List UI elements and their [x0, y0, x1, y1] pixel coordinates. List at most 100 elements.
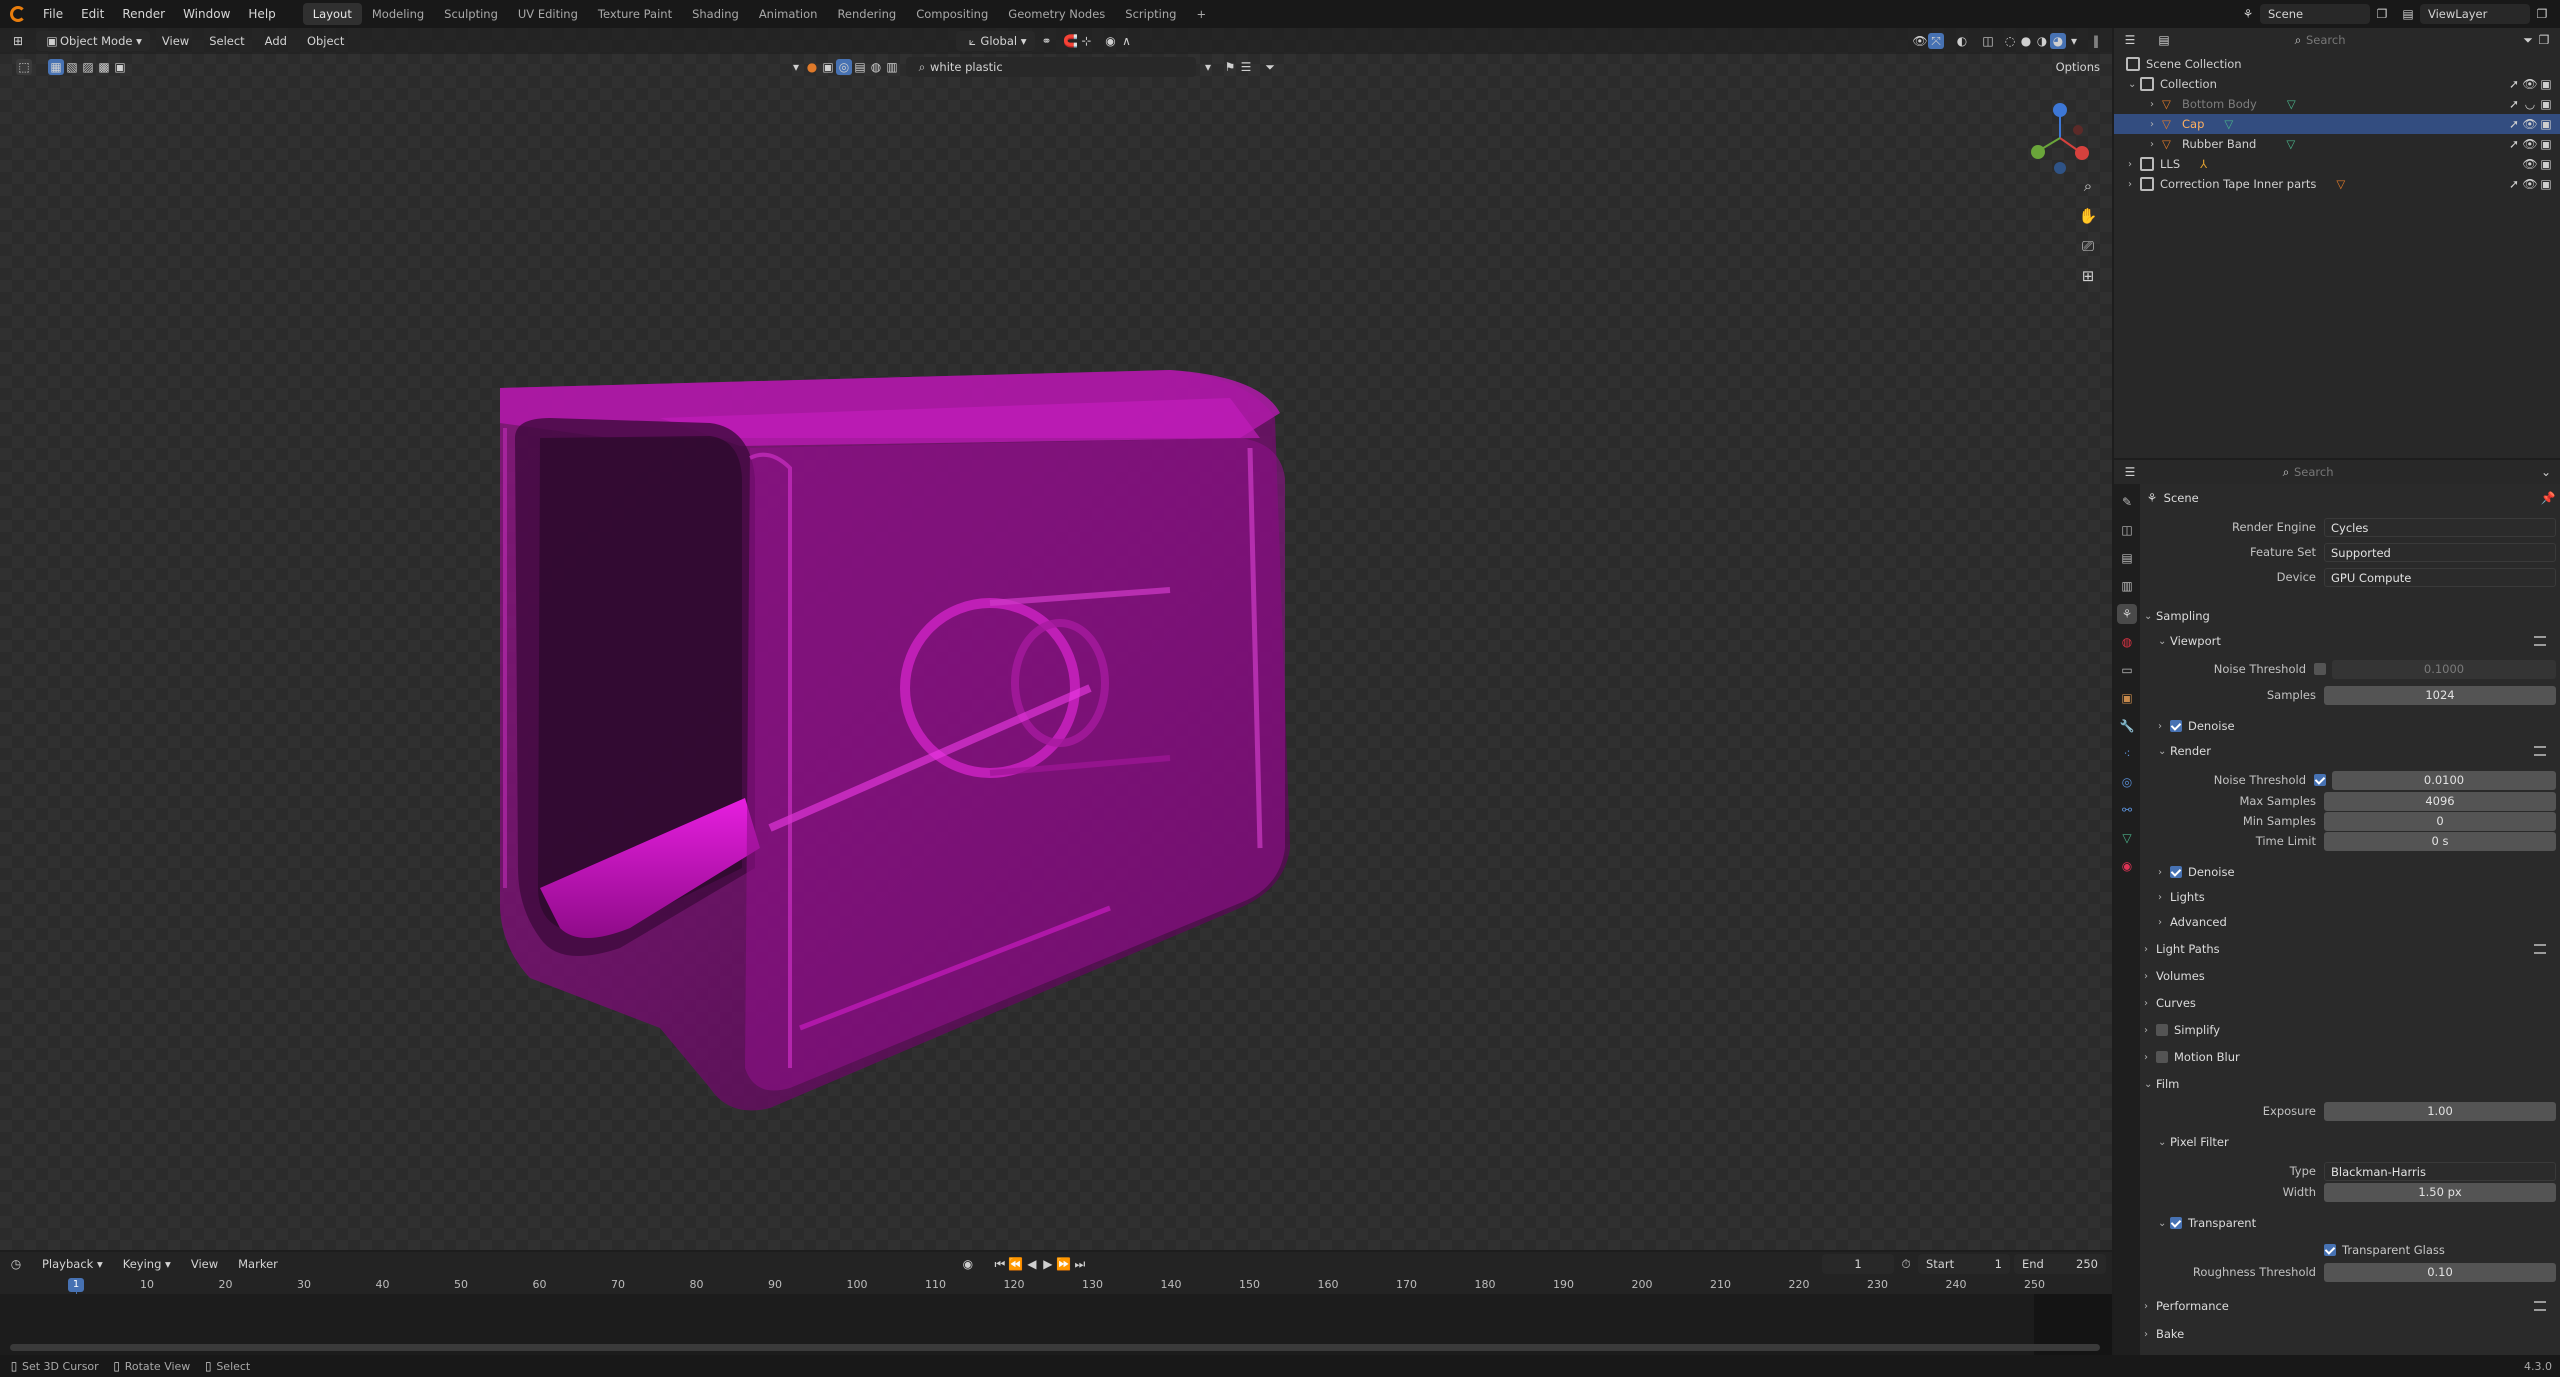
rendered-object-cap[interactable]: [470, 328, 1550, 1148]
select-arrow-icon[interactable]: ➚: [2506, 116, 2522, 132]
eye-icon[interactable]: 👁: [2522, 156, 2538, 172]
filter-light-icon[interactable]: ◎: [836, 59, 852, 75]
proportional-edit-icon[interactable]: ◉: [1103, 33, 1119, 49]
next-keyframe-icon[interactable]: ⏩: [1056, 1256, 1072, 1272]
toggle-sidebar-icon[interactable]: ‖: [2088, 33, 2104, 49]
visibility-icon[interactable]: 👁: [1912, 33, 1928, 49]
presets-icon[interactable]: [2534, 746, 2546, 756]
select-arrow-icon[interactable]: ➚: [2506, 76, 2522, 92]
camera-icon[interactable]: ▣: [2538, 116, 2554, 132]
menu-view[interactable]: View: [183, 1254, 226, 1274]
tab-animation[interactable]: Animation: [749, 3, 828, 25]
rendered-shading-icon[interactable]: ◕: [2050, 33, 2066, 49]
snap-target-icon[interactable]: ⊹: [1079, 33, 1095, 49]
outliner-row-lls[interactable]: › LLS ⅄ 👁 ▣: [2114, 154, 2560, 174]
view-layer-tab-icon[interactable]: ▥: [2117, 576, 2137, 596]
play-icon[interactable]: ▶: [1040, 1256, 1056, 1272]
world-tab-icon[interactable]: ◍: [2117, 632, 2137, 652]
eye-icon[interactable]: 👁: [2522, 76, 2538, 92]
menu-select[interactable]: Select: [201, 31, 252, 51]
new-collection-icon[interactable]: ❐: [2536, 32, 2552, 48]
y-axis-icon[interactable]: [2031, 145, 2045, 159]
roughness-threshold-field[interactable]: 0.10: [2324, 1262, 2556, 1282]
start-frame-field[interactable]: Start 1: [1918, 1254, 2010, 1274]
render-subpanel[interactable]: ⌄ Render: [2158, 739, 2556, 763]
camera-icon[interactable]: ▣: [2538, 136, 2554, 152]
outliner-row-collection[interactable]: ⌄ Collection ➚ 👁 ▣: [2114, 74, 2560, 94]
end-frame-field[interactable]: End 250: [2014, 1254, 2106, 1274]
presets-icon[interactable]: [2534, 944, 2546, 954]
playhead[interactable]: 1: [68, 1278, 84, 1292]
menu-add[interactable]: Add: [257, 31, 295, 51]
snap-icon[interactable]: 🧲: [1063, 33, 1079, 49]
select-tool-icon[interactable]: ⬚: [16, 59, 32, 75]
expand-arrow-icon[interactable]: ›: [2128, 159, 2140, 170]
tab-uv-editing[interactable]: UV Editing: [508, 3, 588, 25]
color-icon[interactable]: ●: [804, 59, 820, 75]
solid-shading-icon[interactable]: ●: [2018, 33, 2034, 49]
clear-search-icon[interactable]: ▾: [1200, 59, 1216, 75]
pixel-filter-subpanel[interactable]: ⌄ Pixel Filter: [2158, 1130, 2556, 1154]
editor-type-icon[interactable]: ⊞: [10, 33, 26, 49]
filter-other-icon[interactable]: ▥: [884, 59, 900, 75]
menu-object[interactable]: Object: [299, 31, 352, 51]
render-tab-icon[interactable]: ◫: [2117, 520, 2137, 540]
menu-file[interactable]: File: [34, 0, 72, 28]
view-layer-toggle-icon[interactable]: ▾: [788, 59, 804, 75]
material-tab-icon[interactable]: ◉: [2117, 856, 2137, 876]
falloff-icon[interactable]: ∧: [1119, 33, 1135, 49]
menu-render[interactable]: Render: [113, 0, 174, 28]
vp-denoise-subpanel[interactable]: › Denoise: [2158, 714, 2556, 738]
data-tab-icon[interactable]: ▽: [2117, 828, 2137, 848]
outliner-row-bottom-body[interactable]: › ▽ Bottom Body ▽ ➚ ◡ ▣: [2114, 94, 2560, 114]
simplify-checkbox[interactable]: [2156, 1024, 2168, 1036]
menu-marker[interactable]: Marker: [230, 1254, 286, 1274]
outliner-row-correction-tape-inner-parts[interactable]: › Correction Tape Inner parts ▽ ➚ 👁 ▣: [2114, 174, 2560, 194]
simplify-panel[interactable]: › Simplify: [2144, 1018, 2556, 1042]
tool-tab-icon[interactable]: ✎: [2117, 492, 2137, 512]
max-samples-field[interactable]: 4096: [2324, 791, 2556, 811]
performance-panel[interactable]: › Performance: [2144, 1294, 2556, 1318]
feature-set-select[interactable]: Supported: [2324, 542, 2556, 562]
dropdown-icon[interactable]: ⌄: [2538, 464, 2554, 480]
tab-layout[interactable]: Layout: [302, 3, 362, 25]
navigation-gizmo[interactable]: [2018, 88, 2102, 178]
tab-scripting[interactable]: Scripting: [1115, 3, 1186, 25]
transparent-checkbox[interactable]: [2170, 1217, 2182, 1229]
presets-icon[interactable]: [2534, 1301, 2546, 1311]
eye-icon[interactable]: 👁: [2522, 136, 2538, 152]
vp-noise-threshold-field[interactable]: 0.1000: [2332, 659, 2556, 679]
select-arrow-icon[interactable]: ➚: [2506, 96, 2522, 112]
frame-ruler[interactable]: 10 20 30 40 50 60 70 80 90 100 110 120 130 140 150 160 1…: [0, 1278, 2112, 1294]
select-intersect-icon[interactable]: ▣: [112, 59, 128, 75]
tab-rendering[interactable]: Rendering: [827, 3, 906, 25]
gizmo-icon[interactable]: ⤧: [1928, 33, 1944, 49]
overlay-icon[interactable]: ◐: [1954, 33, 1970, 49]
film-panel[interactable]: ⌄ Film: [2144, 1072, 2556, 1096]
camera-icon[interactable]: ▣: [2538, 156, 2554, 172]
wireframe-shading-icon[interactable]: ◌: [2002, 33, 2018, 49]
select-arrow-icon[interactable]: ➚: [2506, 136, 2522, 152]
menu-help[interactable]: Help: [239, 0, 284, 28]
tab-modeling[interactable]: Modeling: [362, 3, 434, 25]
scene-icon[interactable]: ⚘: [2240, 6, 2256, 22]
particles-tab-icon[interactable]: ⁖: [2117, 744, 2137, 764]
prev-keyframe-icon[interactable]: ⏪: [1008, 1256, 1024, 1272]
outliner-row-rubber-band[interactable]: › ▽ Rubber Band ▽ ➚ 👁 ▣: [2114, 134, 2560, 154]
transform-orientation[interactable]: ⟀ Global ▾: [956, 31, 1035, 51]
filter-icon[interactable]: ⏷: [1262, 59, 1278, 75]
eye-icon[interactable]: 👁: [2522, 176, 2538, 192]
viewport-subpanel[interactable]: ⌄ Viewport: [2158, 629, 2556, 653]
eye-closed-icon[interactable]: ◡: [2522, 96, 2538, 112]
sampling-panel[interactable]: ⌄ Sampling: [2144, 604, 2556, 628]
motion-blur-panel[interactable]: › Motion Blur: [2144, 1045, 2556, 1069]
display-mode-icon[interactable]: ☰: [1238, 59, 1254, 75]
view-layer-selector[interactable]: ViewLayer: [2420, 4, 2530, 24]
x-axis-icon[interactable]: [2075, 146, 2089, 160]
filter-camera-icon[interactable]: ▤: [852, 59, 868, 75]
camera-icon[interactable]: ▣: [2538, 76, 2554, 92]
z-axis-icon[interactable]: [2053, 103, 2067, 117]
object-tab-icon[interactable]: ▣: [2117, 688, 2137, 708]
exposure-field[interactable]: 1.00: [2324, 1101, 2556, 1121]
vp-noise-threshold-checkbox[interactable]: [2314, 663, 2326, 675]
